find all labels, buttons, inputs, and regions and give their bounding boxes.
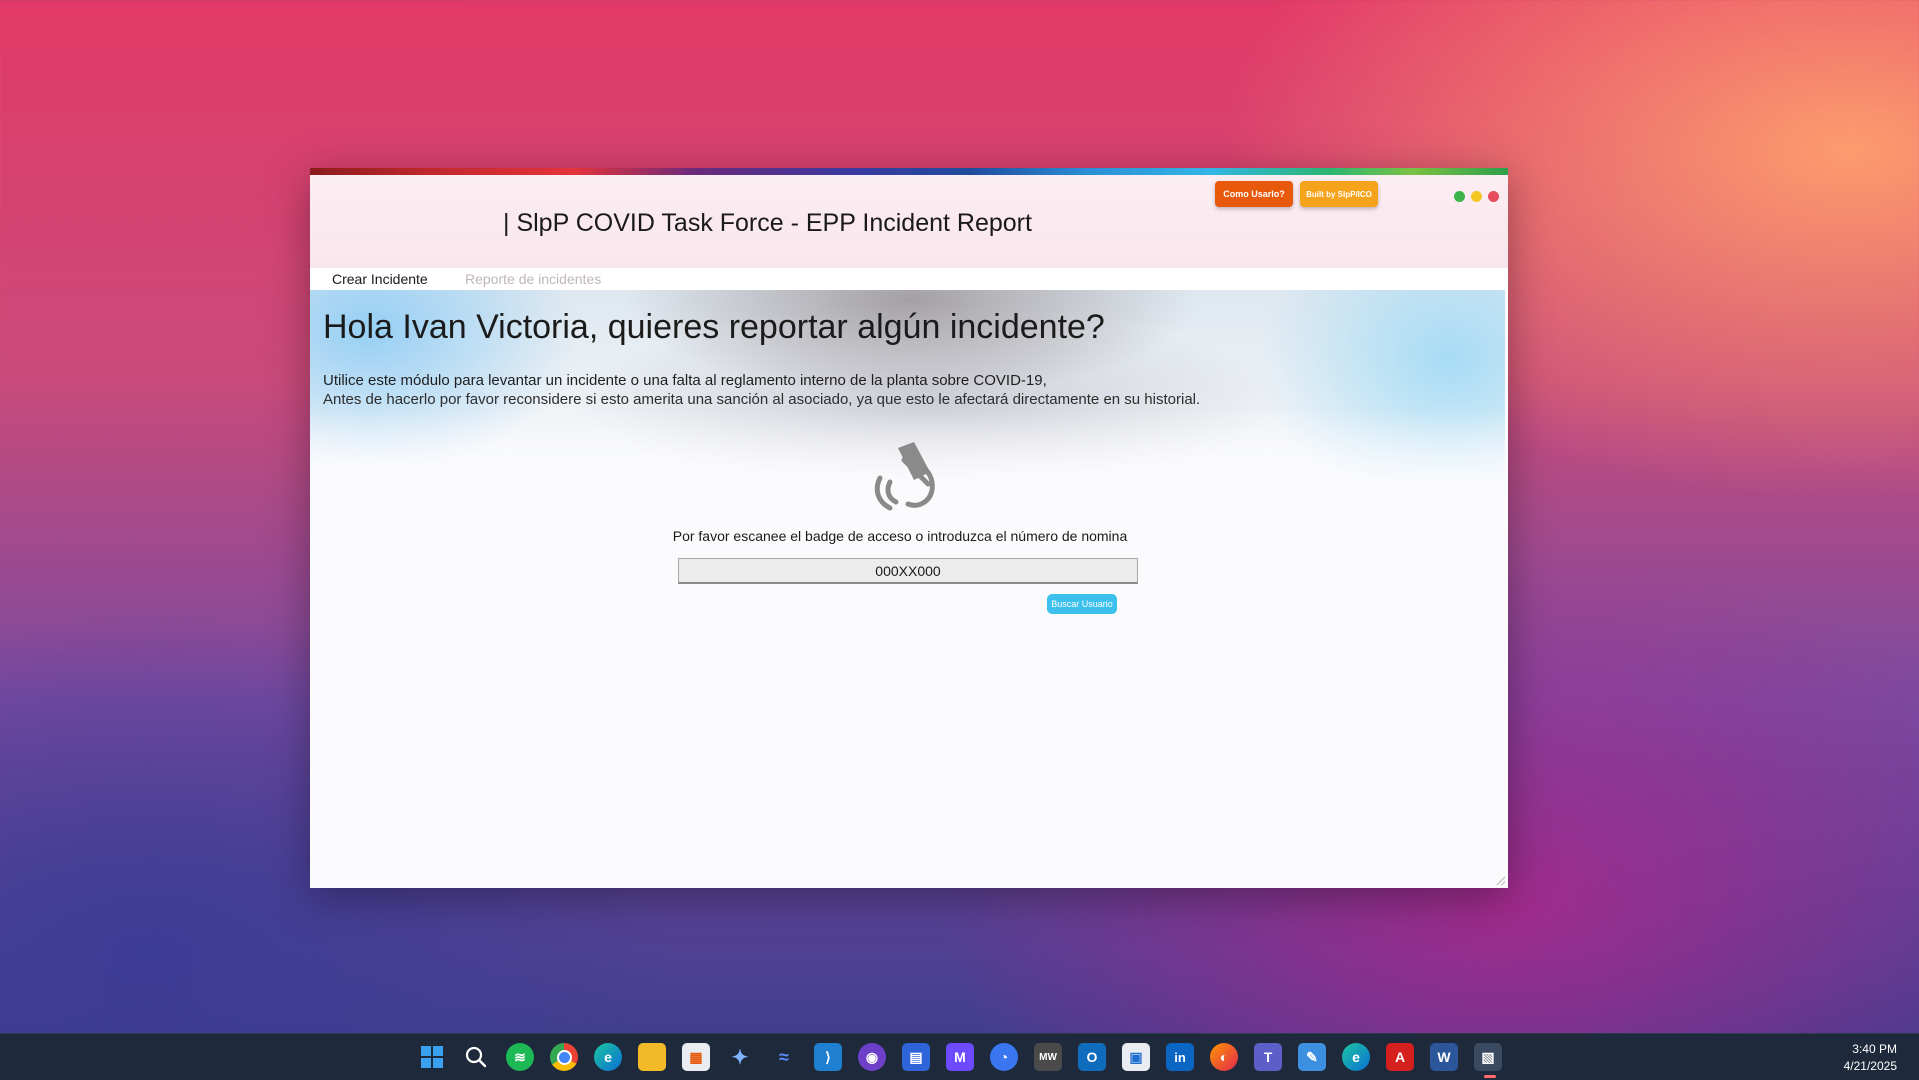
clock-date: 4/21/2025 [1843, 1059, 1897, 1073]
app-window: | SlpP COVID Task Force - EPP Incident R… [310, 168, 1508, 888]
store-icon[interactable]: ▦ [682, 1043, 710, 1071]
intro-text-line1: Utilice este módulo para levantar un inc… [323, 372, 1047, 389]
clock-time: 3:40 PM [1852, 1042, 1897, 1056]
page-title: Hola Ivan Victoria, quieres reportar alg… [323, 308, 1105, 346]
vscode-icon[interactable]: ⟩ [814, 1043, 842, 1071]
spotify-icon[interactable]: ≋ [506, 1043, 534, 1071]
search-user-button[interactable]: Buscar Usuario [1047, 594, 1117, 614]
badge-number-input[interactable] [678, 558, 1138, 584]
maximize-dot[interactable] [1454, 191, 1465, 202]
scan-prompt: Por favor escanee el badge de acceso o i… [672, 528, 1128, 544]
outlook-icon[interactable]: O [1078, 1043, 1106, 1071]
active-indicator [1484, 1075, 1496, 1078]
active-app-icon[interactable]: ▧ [1474, 1043, 1502, 1071]
acrobat-icon[interactable]: A [1386, 1043, 1414, 1071]
word-icon[interactable]: W [1430, 1043, 1458, 1071]
edge-beta-icon[interactable]: e [1342, 1043, 1370, 1071]
taskbar: ≋ e ▦ ✦ ≈ ⟩ ◉ ▤ M ◔ MW O ▣ in ◐ T ✎ e A … [0, 1033, 1919, 1080]
edge-icon[interactable]: e [594, 1043, 622, 1071]
resize-grip[interactable] [1496, 876, 1505, 885]
search-icon[interactable] [462, 1043, 490, 1071]
teams-icon[interactable]: T [1254, 1043, 1282, 1071]
intro-text-line2: Antes de hacerlo por favor reconsidere s… [323, 391, 1201, 408]
calendar-icon[interactable]: ▤ [902, 1043, 930, 1071]
mail-icon[interactable]: M [946, 1043, 974, 1071]
deepseek-icon[interactable]: ≈ [770, 1043, 798, 1071]
minimize-dot[interactable] [1471, 191, 1482, 202]
tab-reporte-incidentes[interactable]: Reporte de incidentes [455, 268, 601, 290]
tab-crear-incidente[interactable]: Crear Incidente [310, 268, 450, 290]
windows-start-icon[interactable] [418, 1043, 446, 1071]
badge-scan-icon [874, 442, 935, 511]
game-icon[interactable]: MW [1034, 1043, 1062, 1071]
tab-bar: Crear Incidente Reporte de incidentes [310, 268, 1508, 290]
window-header: | SlpP COVID Task Force - EPP Incident R… [310, 175, 1508, 268]
window-app-icon[interactable]: ▣ [1122, 1043, 1150, 1071]
chrome-icon[interactable] [550, 1043, 578, 1071]
system-clock[interactable]: 3:40 PM 4/21/2025 [1844, 1041, 1897, 1075]
linkedin-icon[interactable]: in [1166, 1043, 1194, 1071]
github-icon[interactable]: ◉ [858, 1043, 886, 1071]
app-title: | SlpP COVID Task Force - EPP Incident R… [503, 209, 1032, 237]
main-content: Hola Ivan Victoria, quieres reportar alg… [310, 290, 1508, 888]
chat-icon[interactable]: ◔ [990, 1043, 1018, 1071]
copilot-icon[interactable]: ✦ [726, 1043, 754, 1071]
firefox-icon[interactable]: ◐ [1210, 1043, 1238, 1071]
how-to-use-button[interactable]: Como Usarlo? [1215, 181, 1293, 207]
file-explorer-icon[interactable] [638, 1043, 666, 1071]
color-stripe [310, 168, 1508, 175]
built-by-button[interactable]: Built by SlpP/ICO [1300, 181, 1378, 207]
close-dot[interactable] [1488, 191, 1499, 202]
paint-icon[interactable]: ✎ [1298, 1043, 1326, 1071]
